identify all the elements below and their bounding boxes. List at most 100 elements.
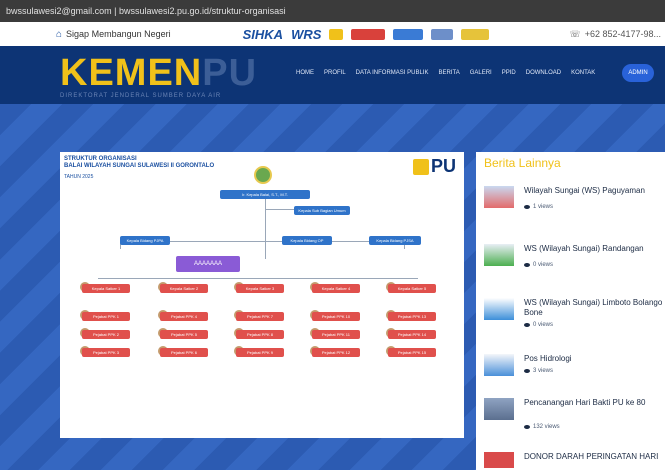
home-icon: ⌂ (56, 28, 63, 40)
news-item[interactable]: Pos Hidrologi 3 views (484, 354, 664, 402)
org-title-line2: BALAI WILAYAH SUNGAI SULAWESI II GORONTA… (64, 163, 215, 170)
eye-icon (524, 425, 530, 429)
news-thumbnail (484, 186, 514, 208)
pu-logo: PU (412, 156, 456, 177)
main-menu: HOME PROFIL DATA INFORMASI PUBLIK BERITA… (296, 70, 595, 76)
org-title-line1: STRUKTUR ORGANISASI (64, 156, 137, 162)
brand-subtitle: DIREKTORAT JENDERAL SUMBER DAYA AIR (60, 93, 222, 99)
pu-mark-icon (412, 158, 429, 175)
column-box: Kepala Satker 1 (82, 284, 130, 293)
top-info-bar: ⌂ Sigap Membangun Negeri SIHKA WRS ☏ +62… (0, 22, 665, 46)
org-chart-card: STRUKTUR ORGANISASI BALAI WILAYAH SUNGAI… (60, 152, 464, 438)
menu-galeri[interactable]: GALERI (470, 70, 492, 76)
head-box: Ir. Kepala Balai, S.T., M.T. (220, 190, 310, 199)
news-views: 1 views (524, 204, 553, 210)
menu-profil[interactable]: PROFIL (324, 70, 346, 76)
news-item[interactable]: Wilayah Sungai (WS) Paguyaman 1 views (484, 186, 664, 234)
news-item[interactable]: WS (Wilayah Sungai) Limboto Bolango Bone… (484, 298, 664, 346)
org-chart-title: STRUKTUR ORGANISASI BALAI WILAYAH SUNGAI… (64, 156, 214, 170)
news-views: 0 views (524, 262, 553, 268)
column-box: Kepala Satker 5 (388, 284, 436, 293)
column-box: Pejabat PPK 13 (388, 312, 436, 321)
news-title[interactable]: Pencanangan Hari Bakti PU ke 80 (524, 398, 664, 408)
news-thumbnail (484, 354, 514, 376)
news-item[interactable]: Pencanangan Hari Bakti PU ke 80 132 view… (484, 398, 664, 446)
connector-line (98, 278, 418, 279)
level2-box: Kepala Bidang OP (282, 236, 332, 245)
menu-kontak[interactable]: KONTAK (571, 70, 595, 76)
site-logo[interactable]: KEMENPU (60, 52, 257, 95)
column-box: Pejabat PPK 4 (160, 312, 208, 321)
menu-download[interactable]: DOWNLOAD (526, 70, 561, 76)
news-sidebar: Berita Lainnya Wilayah Sungai (WS) Paguy… (476, 152, 665, 470)
tagline: Sigap Membangun Negeri (66, 29, 171, 39)
connector-line (265, 241, 266, 249)
news-title[interactable]: WS (Wilayah Sungai) Randangan (524, 244, 664, 254)
admin-button[interactable]: ADMIN (622, 64, 654, 82)
news-title[interactable]: Wilayah Sungai (WS) Paguyaman (524, 186, 664, 196)
eye-icon (524, 263, 530, 267)
menu-berita[interactable]: BERITA (438, 70, 459, 76)
sihka-logo[interactable]: SIHKA (243, 27, 283, 42)
level2-box: Kepala Bidang PJPA (120, 236, 170, 245)
head-avatar (254, 166, 272, 184)
news-title[interactable]: Pos Hidrologi (524, 354, 664, 364)
home-link[interactable]: ⌂ Sigap Membangun Negeri (56, 29, 171, 40)
connector-line (265, 199, 266, 241)
news-thumbnail (484, 298, 514, 320)
eye-icon (524, 369, 530, 373)
column-box: Kepala Satker 2 (160, 284, 208, 293)
views-count: 0 views (533, 322, 554, 328)
views-count: 0 views (533, 262, 554, 268)
news-thumbnail (484, 244, 514, 266)
news-views: 3 views (524, 368, 553, 374)
brand-main: KEMEN (60, 52, 203, 94)
column-box: Pejabat PPK 11 (312, 330, 360, 339)
sidebar-title: Berita Lainnya (484, 156, 561, 170)
news-thumbnail (484, 398, 514, 420)
zone-logo[interactable] (431, 28, 454, 40)
news-views: 132 views (524, 424, 560, 430)
brand-pu: PU (202, 52, 258, 94)
browser-url-bar[interactable]: bwssulawesi2@gmail.com | bwssulawesi2.pu… (0, 0, 665, 22)
news-views: 0 views (524, 322, 553, 328)
views-count: 132 views (533, 424, 560, 430)
column-box: Pejabat PPK 1 (82, 312, 130, 321)
level2-box: Kepala Bidang PJSA (369, 236, 421, 245)
menu-ppid[interactable]: PPID (502, 70, 516, 76)
views-count: 1 views (533, 204, 554, 210)
news-thumbnail (484, 452, 514, 468)
news-item[interactable]: DONOR DARAH PERINGATAN HARI (484, 452, 664, 470)
menu-home[interactable]: HOME (296, 70, 314, 76)
views-count: 3 views (533, 368, 554, 374)
news-title[interactable]: DONOR DARAH PERINGATAN HARI (524, 452, 664, 462)
partner-logos: SIHKA WRS (243, 27, 490, 42)
column-box: Pejabat PPK 2 (82, 330, 130, 339)
url-text: bwssulawesi2@gmail.com | bwssulawesi2.pu… (6, 6, 286, 16)
news-item[interactable]: WS (Wilayah Sungai) Randangan 0 views (484, 244, 664, 292)
column-box: Pejabat PPK 14 (388, 330, 436, 339)
column-box: Pejabat PPK 9 (236, 348, 284, 357)
column-box: Pejabat PPK 6 (160, 348, 208, 357)
lapor-logo[interactable] (351, 28, 386, 40)
column-box: Pejabat PPK 5 (160, 330, 208, 339)
column-box: Kepala Satker 3 (236, 284, 284, 293)
award-logo[interactable] (461, 28, 490, 40)
column-box: Kepala Satker 4 (312, 284, 360, 293)
phone-number: +62 852-4177-98... (584, 29, 661, 39)
column-box: Pejabat PPK 15 (388, 348, 436, 357)
blue-logo[interactable] (393, 28, 424, 40)
secretary-box: Kepala Sub Bagian Umum (294, 206, 350, 215)
connector-line (265, 249, 266, 259)
news-title[interactable]: WS (Wilayah Sungai) Limboto Bolango Bone (524, 298, 664, 319)
column-box: Pejabat PPK 3 (82, 348, 130, 357)
phone-icon: ☏ (569, 28, 581, 39)
yellow-logo-chip[interactable] (329, 28, 344, 40)
menu-data-informasi-publik[interactable]: DATA INFORMASI PUBLIK (356, 70, 429, 76)
column-box: Pejabat PPK 7 (236, 312, 284, 321)
purple-unit-box: AAAAAAA (176, 256, 240, 272)
eye-icon (524, 323, 530, 327)
wrs-logo[interactable]: WRS (291, 27, 321, 42)
main-navbar: KEMENPU DIREKTORAT JENDERAL SUMBER DAYA … (0, 46, 665, 104)
phone-contact[interactable]: ☏ +62 852-4177-98... (569, 29, 661, 40)
